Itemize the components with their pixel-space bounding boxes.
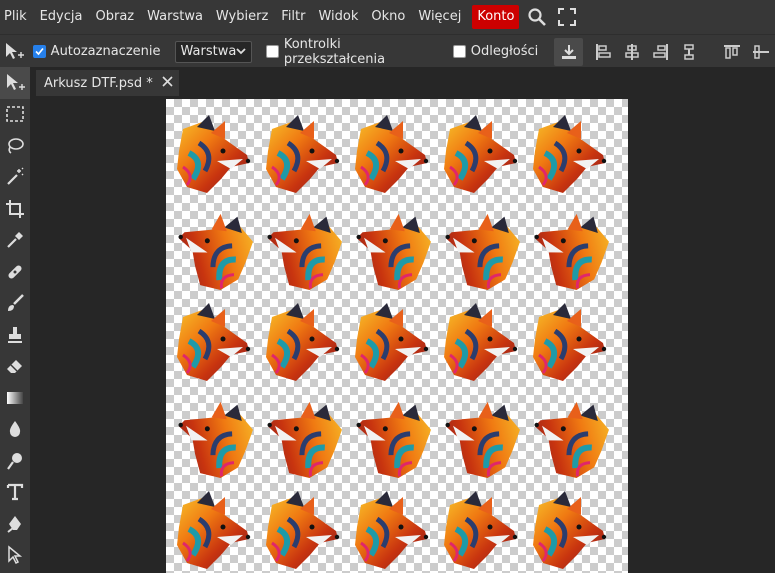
download-icon[interactable] <box>554 37 583 66</box>
move-tool[interactable] <box>0 67 30 99</box>
align-middle-icon[interactable] <box>746 38 775 66</box>
fox-head-image <box>266 303 339 381</box>
fox-head-image <box>266 491 339 569</box>
autoselect-label: Autozaznaczenie <box>50 44 161 59</box>
fox-head-image <box>341 196 443 300</box>
menu-layer[interactable]: Warstwa <box>143 5 212 29</box>
fox-head-image <box>177 303 250 381</box>
drop-icon <box>9 421 21 438</box>
crop-tool[interactable] <box>0 193 30 225</box>
menu-bar: Plik Edycja Obraz Warstwa Wybierz Filtr … <box>0 0 775 34</box>
lasso-icon <box>8 137 24 154</box>
fox-head-image <box>166 196 265 300</box>
stamp-icon <box>8 326 22 343</box>
path-select-icon <box>8 545 23 565</box>
align-right-icon[interactable] <box>646 38 675 66</box>
fox-head-image <box>533 303 606 381</box>
fox-head-image <box>444 303 517 381</box>
fox-head-image <box>166 384 265 488</box>
fox-head-image <box>430 384 532 488</box>
fox-head-image <box>177 491 250 569</box>
marquee-icon <box>6 106 24 123</box>
document-tab-title: Arkusz DTF.psd * <box>44 75 153 91</box>
menu-more[interactable]: Więcej <box>414 5 470 29</box>
document-tab[interactable]: Arkusz DTF.psd * <box>36 70 179 96</box>
distribute-vertical-icon[interactable] <box>675 38 704 66</box>
text-icon <box>6 484 24 501</box>
fox-head-image <box>355 115 428 193</box>
eyedropper-tool[interactable] <box>0 225 30 257</box>
eyedropper-icon <box>7 232 23 249</box>
menu-filter[interactable]: Filtr <box>277 5 314 29</box>
menu-edit[interactable]: Edycja <box>36 5 92 29</box>
checkbox-unchecked-icon <box>452 45 466 58</box>
layer-select[interactable]: Warstwa <box>174 40 253 63</box>
layer-select-value: Warstwa <box>180 44 237 59</box>
crop-icon <box>6 199 24 218</box>
path-select-tool[interactable] <box>0 540 30 572</box>
tool-bar <box>0 67 30 573</box>
brush-icon <box>8 294 24 312</box>
fox-head-image <box>266 115 339 193</box>
brush-tool[interactable] <box>0 288 30 320</box>
fox-head-image <box>519 384 621 488</box>
fox-head-image <box>252 196 354 300</box>
move-tool-icon <box>0 38 29 66</box>
gradient-tool[interactable] <box>0 382 30 414</box>
menu-window[interactable]: Okno <box>367 5 414 29</box>
search-icon[interactable] <box>525 5 549 29</box>
align-center-icon[interactable] <box>618 38 647 66</box>
menu-image[interactable]: Obraz <box>91 5 143 29</box>
bandage-icon <box>8 265 22 279</box>
fox-head-image <box>444 491 517 569</box>
dodge-icon <box>7 452 22 470</box>
fox-head-image <box>341 384 443 488</box>
healing-brush-tool[interactable] <box>0 256 30 288</box>
options-bar: Autozaznaczenie Warstwa Kontrolki przeks… <box>0 34 775 68</box>
fox-head-image <box>533 115 606 193</box>
fullscreen-icon[interactable] <box>555 5 579 29</box>
transform-controls-checkbox[interactable]: Kontrolki przekształcenia <box>266 37 438 67</box>
gradient-icon <box>7 391 23 404</box>
fox-head-image <box>252 384 354 488</box>
align-top-icon[interactable] <box>718 38 747 66</box>
menu-select[interactable]: Wybierz <box>212 5 277 29</box>
menu-view[interactable]: Widok <box>314 5 367 29</box>
fox-head-image <box>533 491 606 569</box>
magic-wand-tool[interactable] <box>0 162 30 194</box>
eraser-icon <box>7 360 22 374</box>
fox-head-image <box>430 196 532 300</box>
blur-tool[interactable] <box>0 414 30 446</box>
align-left-icon[interactable] <box>589 38 618 66</box>
fox-head-image <box>519 196 621 300</box>
transform-controls-label: Kontrolki przekształcenia <box>283 36 386 67</box>
text-tool[interactable] <box>0 477 30 509</box>
chevron-down-icon <box>236 44 246 59</box>
checkbox-unchecked-icon <box>266 45 279 58</box>
fox-head-image <box>355 303 428 381</box>
pen-icon <box>7 515 21 533</box>
marquee-tool[interactable] <box>0 99 30 131</box>
distances-label: Odległości <box>470 44 539 59</box>
move-icon <box>7 73 25 90</box>
close-icon[interactable] <box>162 75 173 91</box>
distances-checkbox[interactable]: Odległości <box>452 44 539 59</box>
pen-tool[interactable] <box>0 508 30 540</box>
menu-file[interactable]: Plik <box>0 5 36 29</box>
autoselect-checkbox[interactable]: Autozaznaczenie <box>32 44 161 59</box>
fox-head-image <box>355 491 428 569</box>
fox-grid <box>166 99 628 573</box>
document-tabs: Arkusz DTF.psd * <box>30 67 775 96</box>
dodge-tool[interactable] <box>0 445 30 477</box>
checkbox-checked-icon <box>32 45 46 58</box>
eraser-tool[interactable] <box>0 351 30 383</box>
fox-head-image <box>177 115 250 193</box>
lasso-tool[interactable] <box>0 130 30 162</box>
stamp-tool[interactable] <box>0 319 30 351</box>
fox-head-image <box>444 115 517 193</box>
menu-account[interactable]: Konto <box>472 5 520 29</box>
canvas[interactable] <box>166 99 628 573</box>
magic-wand-icon <box>7 167 24 186</box>
